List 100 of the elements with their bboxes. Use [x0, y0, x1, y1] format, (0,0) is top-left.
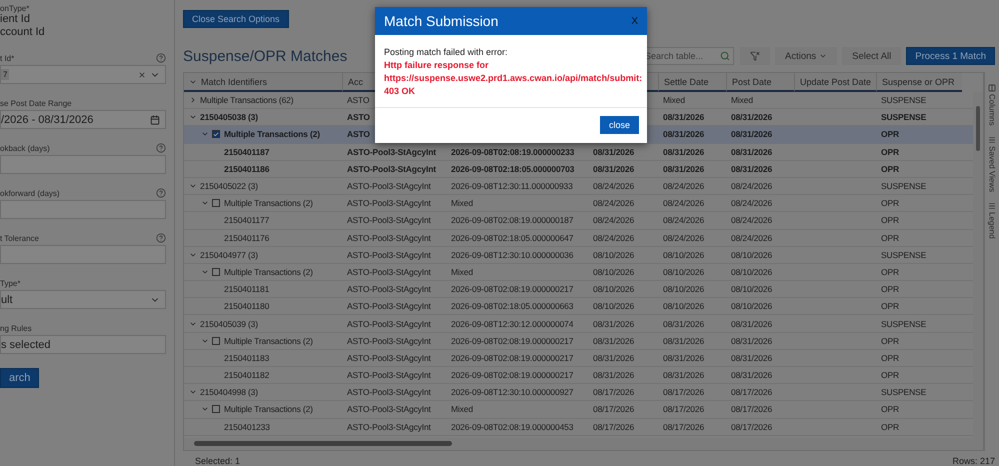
table-cell-text: ASTO-Pool3-StAgcyInt — [346, 214, 432, 228]
table-cell-text: 08/31/2026 — [662, 352, 706, 365]
table-cell-text: 08/10/2026 — [592, 283, 636, 296]
table-cell-text: ASTO — [346, 111, 371, 124]
tree-cell-text: 2150401176 — [223, 232, 270, 245]
table-cell-text: OPR — [880, 369, 900, 382]
table-cell-text: 08/31/2026 — [730, 334, 774, 348]
table-cell-text: 08/31/2026 — [662, 369, 706, 382]
table-cell-text: ASTO-Pool3-StAgcyInt — [346, 232, 432, 245]
table-cell-text: 08/10/2026 — [662, 300, 706, 314]
table-cell-text: SUSPENSE — [880, 94, 928, 108]
table-cell-text: 08/31/2026 — [662, 146, 706, 159]
table-cell-text: OPR — [880, 420, 900, 434]
table-cell-text: SUSPENSE — [880, 318, 928, 331]
selected-count: Selected: 1 — [195, 456, 240, 466]
tree-cell: 2150404998 (3) — [184, 384, 342, 400]
tree-cell: 2150404977 (3) — [184, 246, 342, 263]
tree-cell-text: 2150401186 — [223, 162, 270, 176]
table-cell-text: 08/17/2026 — [592, 386, 636, 400]
table-cell-text: 08/17/2026 — [730, 403, 774, 416]
table-cell-text: ASTO-Pool3-StAgcyInt — [346, 266, 432, 279]
table-cell-text: 08/31/2026 — [730, 128, 774, 142]
table-cell-text: 08/31/2026 — [592, 146, 636, 159]
table-cell-text: OPR — [880, 146, 900, 159]
table-cell-text: 08/24/2026 — [662, 232, 706, 245]
table-cell-text: 2026-09-08T02:08:19.000000217 — [450, 334, 574, 348]
table-cell-text: 2026-09-08T02:18:05.000000703 — [450, 162, 576, 176]
table-cell-text: ASTO-Pool3-StAgcyInt — [346, 403, 432, 416]
field-value: s selected — [1, 338, 51, 350]
table-cell-text: 08/10/2026 — [730, 283, 774, 296]
table-cell-text: 2026-09-08T12:30:10.000000927 — [450, 386, 574, 400]
table-cell-text: 08/31/2026 — [730, 162, 774, 176]
tree-cell-text: 2150401177 — [223, 214, 270, 228]
table-cell-text: OPR — [880, 403, 900, 416]
table-cell-text: 08/10/2026 — [592, 300, 636, 314]
table-cell-text: Mixed — [662, 94, 686, 108]
table-cell-text: 08/31/2026 — [662, 162, 706, 176]
field-label: ng Rules — [0, 324, 32, 332]
table-cell-text: Mixed — [450, 197, 474, 210]
dialog-message: Posting match failed with error: — [384, 46, 509, 59]
tree-cell: 2150405038 (3) — [184, 109, 342, 126]
table-cell-text: 08/24/2026 — [730, 232, 774, 245]
table-cell-text: 08/31/2026 — [592, 369, 636, 382]
table-cell-text: 08/24/2026 — [662, 180, 706, 194]
table-cell-text: 2026-09-08T02:08:19.000000233 — [450, 146, 576, 159]
table-cell-text: Mixed — [450, 266, 474, 279]
table-cell-text: ASTO-Pool3-StAgcyInt — [346, 162, 437, 176]
table-cell-text: ASTO-Pool3-StAgcyInt — [346, 386, 432, 400]
field-label: okforward (days) — [0, 188, 60, 198]
table-cell-text: 08/31/2026 — [592, 334, 636, 348]
table-cell-text: ASTO-Pool3-StAgcyInt — [346, 300, 432, 314]
row-count: Rows: 217 — [952, 456, 995, 466]
table-cell-text: 08/24/2026 — [662, 214, 706, 228]
field-label: t Tolerance — [0, 234, 39, 242]
selected-chip: 7 — [1, 69, 10, 80]
table-cell-text: OPR — [880, 232, 900, 245]
tree-cell: Multiple Transactions (2) — [184, 332, 342, 349]
table-cell-text: 08/17/2026 — [662, 386, 706, 400]
table-cell-text: 08/31/2026 — [662, 128, 706, 142]
table-cell-text: Mixed — [730, 94, 754, 108]
field-label: Type* — [0, 278, 20, 288]
table-cell-text: 08/10/2026 — [730, 300, 774, 314]
table-cell-text: 08/17/2026 — [662, 403, 706, 416]
dialog-title: Match Submission — [384, 13, 498, 29]
table-cell-text: ASTO-Pool3-StAgcyInt — [346, 248, 432, 262]
table-cell-text: SUSPENSE — [880, 180, 928, 194]
tree-cell: Multiple Transactions (2) — [184, 264, 342, 280]
table-cell-text: 2026-09-08T02:08:19.000000217 — [450, 283, 574, 296]
tree-cell-text: 2150401182 — [223, 369, 270, 382]
tree-cell: 2150405022 (3) — [184, 178, 342, 194]
field-label: se Post Date Range — [0, 98, 72, 108]
table-cell-text: 08/24/2026 — [592, 197, 636, 210]
table-cell-text: 2026-09-08T12:30:10.000000036 — [450, 248, 574, 262]
table-cell-text: 08/24/2026 — [592, 232, 636, 245]
table-cell-text: OPR — [880, 162, 900, 176]
table-cell-text: 08/31/2026 — [730, 352, 774, 365]
table-cell-text: 08/31/2026 — [730, 111, 774, 124]
table-cell-text: 08/24/2026 — [730, 214, 774, 228]
table-cell-text: 08/31/2026 — [730, 146, 774, 159]
table-cell-text: ASTO-Pool3-StAgcyInt — [346, 318, 432, 331]
table-cell-text: 2026-09-08T12:30:12.000000074 — [450, 318, 574, 331]
table-cell-text: SUSPENSE — [880, 248, 928, 262]
table-cell-text: OPR — [880, 128, 900, 142]
table-cell-text: 2026-09-08T02:18:05.000000663 — [450, 300, 574, 314]
table-cell-text: SUSPENSE — [880, 386, 928, 400]
table-cell-text: 2026-09-08T02:08:19.000000453 — [450, 420, 574, 434]
table-cell-text: 08/10/2026 — [662, 248, 706, 262]
table-cell-text: 08/17/2026 — [592, 420, 636, 434]
table-cell-text: 08/24/2026 — [730, 180, 774, 194]
table-cell-text: ASTO-Pool3-StAgcyInt — [346, 369, 432, 382]
table-cell-text: 08/10/2026 — [730, 266, 774, 279]
tree-cell-text: 2150401180 — [223, 300, 270, 314]
table-cell-text: 08/31/2026 — [662, 334, 706, 348]
tree-cell: 2150405039 (3) — [184, 315, 342, 332]
table-cell-text: ASTO-Pool3-StAgcyInt — [346, 197, 432, 210]
table-cell-text: SUSPENSE — [880, 111, 928, 124]
table-cell-text: 08/31/2026 — [730, 318, 774, 331]
table-cell-text: OPR — [880, 283, 900, 296]
table-cell-text: 08/24/2026 — [592, 180, 636, 194]
table-cell-text: 08/31/2026 — [592, 318, 636, 331]
